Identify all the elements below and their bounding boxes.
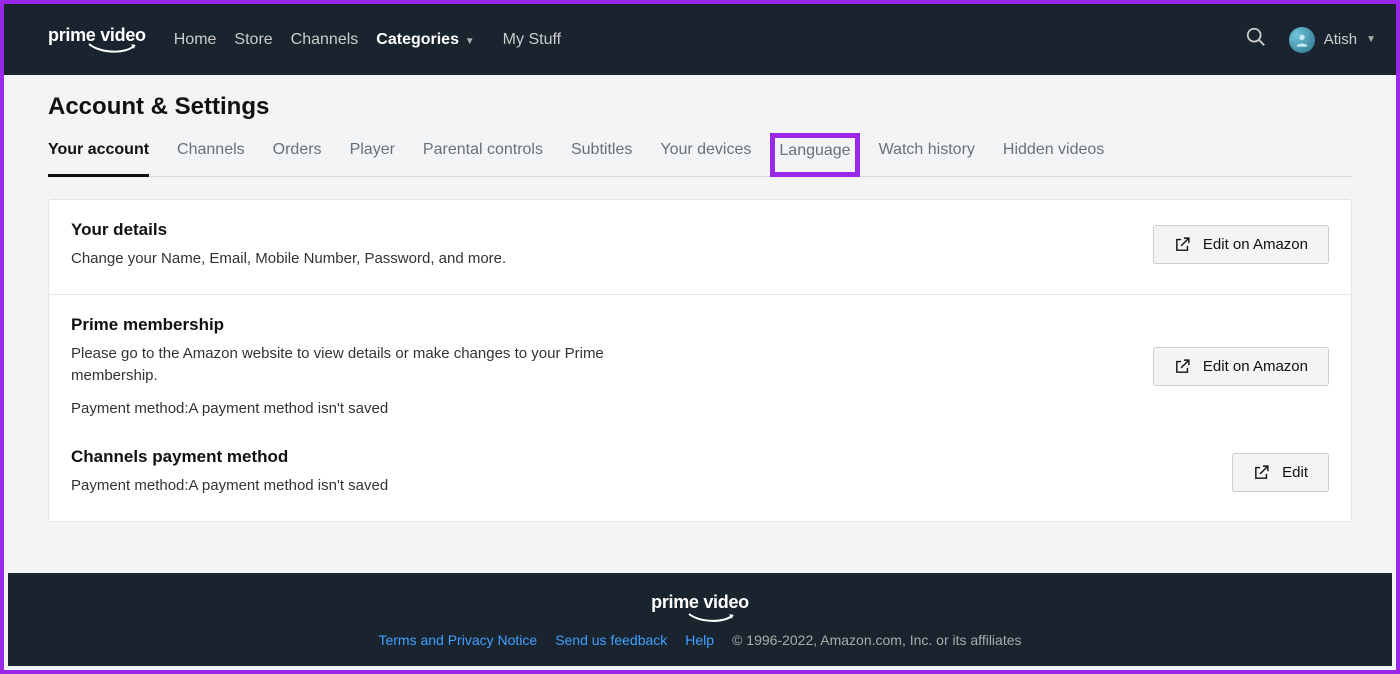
edit-details-label: Edit on Amazon [1203, 236, 1308, 253]
smile-icon [663, 613, 737, 624]
tab-player[interactable]: Player [350, 141, 395, 176]
external-link-icon [1174, 358, 1191, 375]
avatar [1289, 27, 1315, 53]
smile-icon [55, 43, 139, 55]
nav-home[interactable]: Home [174, 31, 217, 49]
nav-categories[interactable]: Categories ▼ [376, 31, 474, 49]
edit-on-amazon-button-prime[interactable]: Edit on Amazon [1153, 347, 1329, 386]
chevron-down-icon: ▼ [462, 36, 475, 47]
search-icon[interactable] [1245, 26, 1267, 53]
footer-logo[interactable]: prime video [651, 592, 749, 624]
edit-on-amazon-button-details[interactable]: Edit on Amazon [1153, 225, 1329, 264]
tab-your-devices[interactable]: Your devices [660, 141, 751, 176]
channels-payment-method: Payment method:A payment method isn't sa… [71, 475, 631, 497]
your-details-title: Your details [71, 220, 631, 240]
settings-card: Your details Change your Name, Email, Mo… [48, 199, 1352, 522]
section-your-details: Your details Change your Name, Email, Mo… [49, 200, 1351, 294]
edit-channels-label: Edit [1282, 464, 1308, 481]
chevron-down-icon: ▼ [1366, 34, 1376, 45]
section-prime-membership: Prime membership Please go to the Amazon… [49, 294, 1351, 521]
tab-orders[interactable]: Orders [273, 141, 322, 176]
nav-channels[interactable]: Channels [291, 31, 359, 49]
tab-channels[interactable]: Channels [177, 141, 245, 176]
tab-watch-history[interactable]: Watch history [879, 141, 975, 176]
settings-tabs: Your account Channels Orders Player Pare… [48, 141, 1352, 177]
edit-channels-payment-button[interactable]: Edit [1232, 453, 1329, 492]
footer-copyright: © 1996-2022, Amazon.com, Inc. or its aff… [732, 632, 1021, 648]
prime-membership-desc: Please go to the Amazon website to view … [71, 343, 631, 387]
nav-mystuff[interactable]: My Stuff [503, 31, 561, 49]
your-details-desc: Change your Name, Email, Mobile Number, … [71, 248, 631, 270]
top-nav: prime video Home Store Channels Categori… [4, 4, 1396, 75]
user-menu[interactable]: Atish ▼ [1289, 27, 1376, 53]
footer-help-link[interactable]: Help [685, 632, 714, 648]
nav-links: Home Store Channels Categories ▼ My Stuf… [174, 31, 561, 49]
tab-hidden-videos[interactable]: Hidden videos [1003, 141, 1104, 176]
nav-right: Atish ▼ [1245, 26, 1376, 53]
footer-terms-link[interactable]: Terms and Privacy Notice [378, 632, 537, 648]
user-name: Atish [1324, 31, 1357, 48]
prime-video-logo[interactable]: prime video [48, 25, 146, 55]
footer-feedback-link[interactable]: Send us feedback [555, 632, 667, 648]
tab-subtitles[interactable]: Subtitles [571, 141, 632, 176]
prime-membership-title: Prime membership [71, 315, 631, 335]
page-title: Account & Settings [48, 93, 1352, 121]
footer-links: Terms and Privacy Notice Send us feedbac… [378, 632, 1021, 648]
channels-payment-title: Channels payment method [71, 447, 631, 467]
main-content: Account & Settings Your account Channels… [4, 75, 1396, 522]
footer: prime video Terms and Privacy Notice Sen… [8, 573, 1392, 666]
external-link-icon [1174, 236, 1191, 253]
tab-your-account[interactable]: Your account [48, 141, 149, 176]
nav-store[interactable]: Store [234, 31, 272, 49]
nav-categories-label: Categories [376, 31, 459, 48]
edit-prime-label: Edit on Amazon [1203, 358, 1308, 375]
footer-logo-text: prime video [651, 592, 749, 613]
external-link-icon [1253, 464, 1270, 481]
tab-language[interactable]: Language [770, 133, 859, 177]
tab-parental-controls[interactable]: Parental controls [423, 141, 543, 176]
prime-payment-method: Payment method:A payment method isn't sa… [71, 400, 631, 417]
